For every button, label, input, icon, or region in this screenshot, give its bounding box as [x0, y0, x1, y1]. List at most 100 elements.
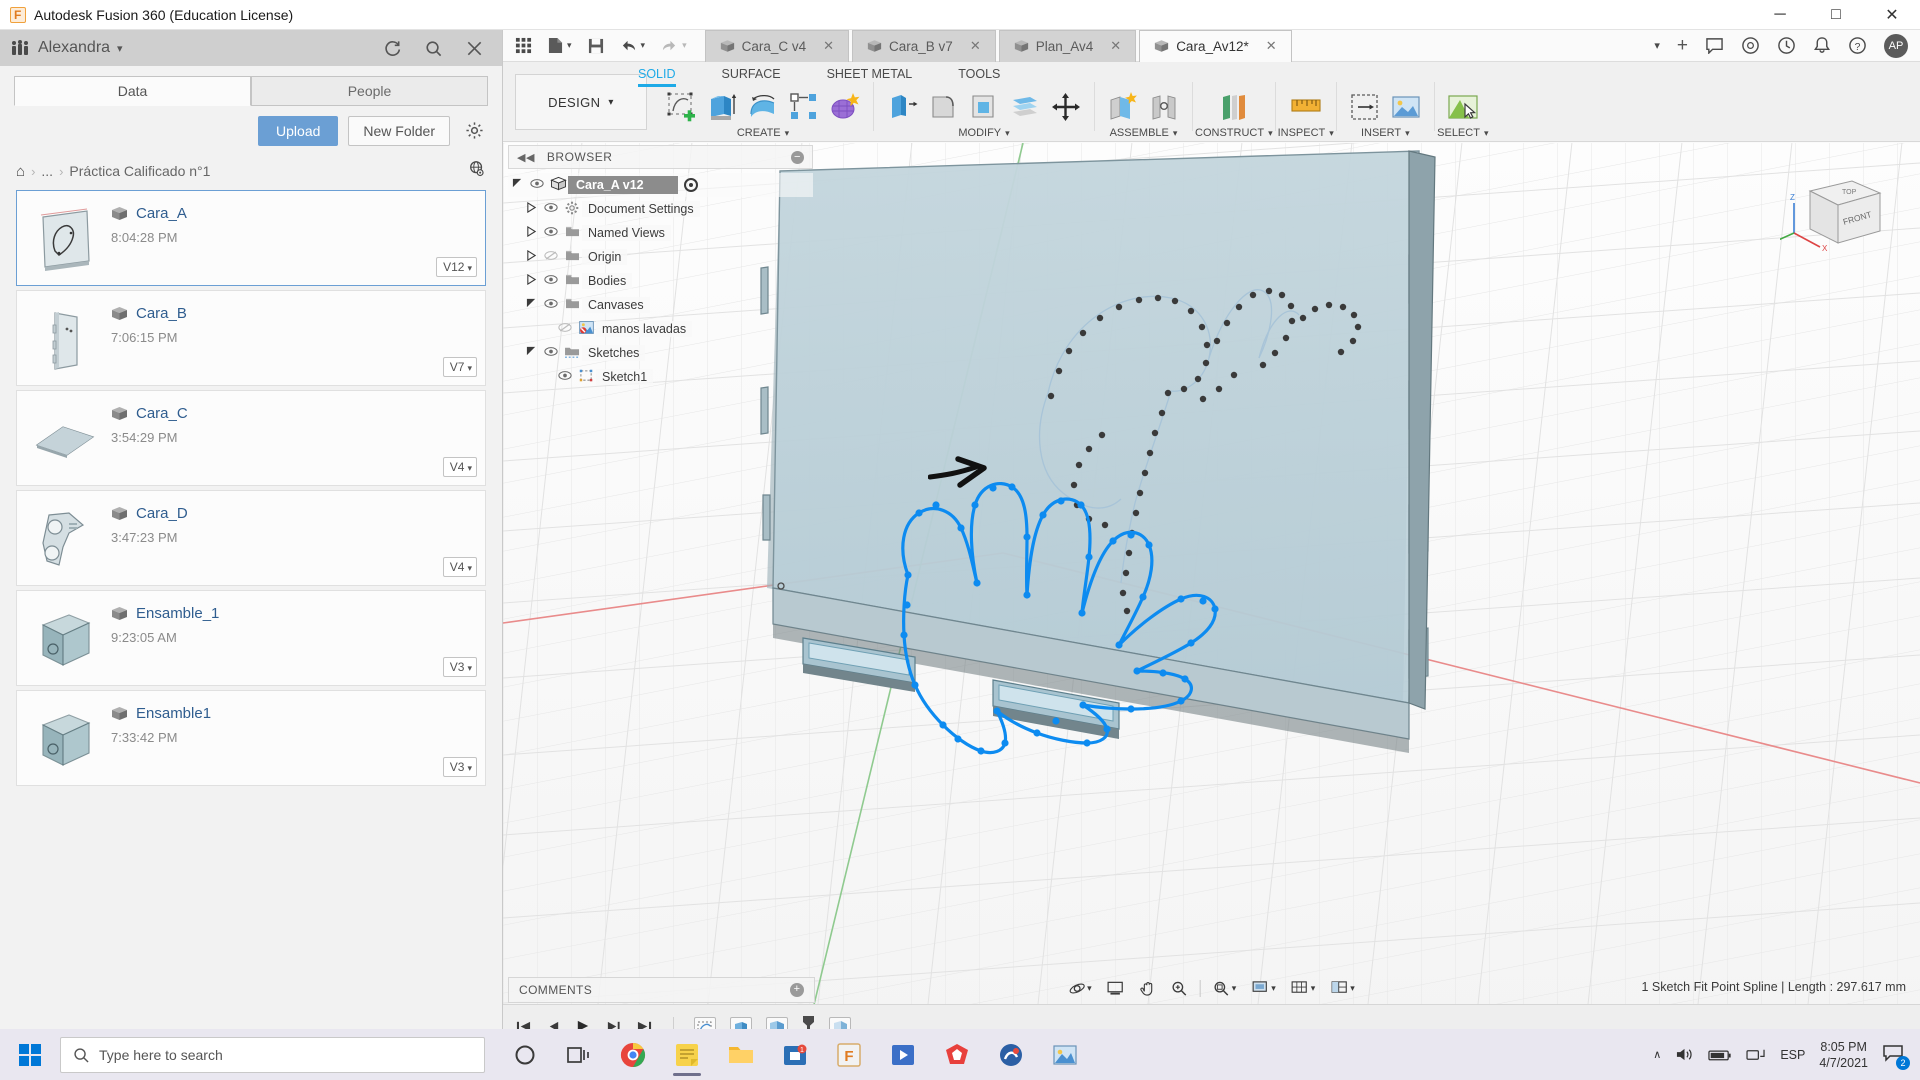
- extrude-tool[interactable]: [705, 90, 739, 124]
- user-name[interactable]: Alexandra: [38, 39, 110, 57]
- breadcrumb-current-folder[interactable]: Práctica Calificado n°1: [69, 163, 210, 179]
- close-icon[interactable]: ✕: [970, 38, 981, 54]
- breadcrumb-ellipsis[interactable]: ...: [41, 163, 53, 179]
- file-name-row[interactable]: Cara_A: [111, 205, 485, 222]
- visibility-eye-icon[interactable]: [540, 250, 562, 264]
- app-blue-icon[interactable]: [989, 1033, 1033, 1077]
- cortana-icon[interactable]: [503, 1033, 547, 1077]
- comments-panel[interactable]: COMMENTS +: [508, 977, 815, 1003]
- visibility-eye-icon[interactable]: [554, 322, 576, 336]
- combine-tool[interactable]: [1008, 90, 1042, 124]
- chrome-icon[interactable]: [611, 1033, 655, 1077]
- workspace-switcher[interactable]: DESIGN ▾: [515, 74, 647, 130]
- minimize-button[interactable]: ─: [1752, 0, 1808, 30]
- pattern-tool[interactable]: [787, 90, 821, 124]
- app-red-icon[interactable]: [935, 1033, 979, 1077]
- battery-icon[interactable]: [1708, 1048, 1732, 1062]
- shell-tool[interactable]: [967, 90, 1001, 124]
- visibility-eye-icon[interactable]: [540, 202, 562, 216]
- form-create-tool[interactable]: [828, 90, 862, 124]
- question-icon[interactable]: ?: [1848, 36, 1867, 55]
- collapse-arrow-icon[interactable]: [522, 298, 540, 312]
- photos-icon[interactable]: [1043, 1033, 1087, 1077]
- document-tab[interactable]: Plan_Av4 ✕: [998, 29, 1137, 62]
- new-folder-button[interactable]: New Folder: [348, 116, 450, 146]
- file-name-row[interactable]: Cara_D: [111, 505, 485, 522]
- pan-icon[interactable]: [1134, 976, 1161, 1000]
- comment-icon[interactable]: [1705, 37, 1724, 54]
- document-tab[interactable]: Cara_C v4 ✕: [704, 29, 850, 62]
- file-list-item[interactable]: Cara_C 3:54:29 PM V4 ▾: [16, 390, 486, 486]
- refresh-icon[interactable]: [383, 39, 402, 58]
- visibility-eye-icon[interactable]: [540, 346, 562, 360]
- globe-visibility-icon[interactable]: [468, 160, 486, 182]
- browser-tree-node[interactable]: Document Settings: [508, 197, 813, 221]
- store-icon[interactable]: 1: [773, 1033, 817, 1077]
- view-cube[interactable]: TOP FRONT Z X: [1780, 163, 1890, 258]
- bell-icon[interactable]: [1813, 36, 1831, 55]
- file-explorer-icon[interactable]: [719, 1033, 763, 1077]
- expand-arrow-icon[interactable]: [522, 225, 540, 240]
- close-icon[interactable]: ✕: [1266, 38, 1277, 54]
- activate-component-radio[interactable]: [683, 178, 698, 192]
- browser-tree-node[interactable]: Named Views: [508, 221, 813, 245]
- construct-plane-tool[interactable]: [1217, 90, 1251, 124]
- home-icon[interactable]: ⌂: [16, 163, 25, 180]
- collapse-arrow-icon[interactable]: [522, 346, 540, 360]
- expand-arrow-icon[interactable]: [522, 201, 540, 216]
- 3d-viewport[interactable]: ◀◀ BROWSER − Cara_A v12 Document Settings…: [503, 143, 1920, 1050]
- new-component-tool[interactable]: [1106, 90, 1140, 124]
- collapse-panel-icon[interactable]: ◀◀: [517, 151, 535, 164]
- visibility-eye-icon[interactable]: [540, 298, 562, 312]
- browser-minimize-icon[interactable]: −: [791, 150, 804, 164]
- tray-chevron-icon[interactable]: ∧: [1653, 1048, 1661, 1061]
- visibility-eye-icon[interactable]: [540, 274, 562, 288]
- zoom-icon[interactable]: [1166, 976, 1193, 1000]
- start-button[interactable]: [0, 1029, 60, 1080]
- maximize-button[interactable]: □: [1808, 0, 1864, 30]
- close-panel-icon[interactable]: [465, 39, 484, 58]
- file-version-badge[interactable]: V3 ▾: [442, 757, 477, 777]
- browser-tree-node[interactable]: Bodies: [508, 269, 813, 293]
- file-version-badge[interactable]: V4 ▾: [442, 557, 477, 577]
- chevron-down-icon[interactable]: ▾: [117, 42, 123, 55]
- file-name-row[interactable]: Ensamble1: [111, 705, 485, 722]
- chevron-down-icon[interactable]: ▾: [641, 40, 646, 51]
- new-tab-button[interactable]: +: [1677, 36, 1688, 55]
- revolve-tool[interactable]: [746, 90, 780, 124]
- browser-tree-root[interactable]: Cara_A v12: [508, 173, 813, 197]
- undo-icon[interactable]: [620, 38, 637, 53]
- search-icon[interactable]: [424, 39, 443, 58]
- chevron-down-icon[interactable]: ▾: [682, 40, 687, 51]
- browser-tree-node[interactable]: Canvases: [508, 293, 813, 317]
- task-view-icon[interactable]: [557, 1033, 601, 1077]
- visibility-eye-icon[interactable]: [540, 226, 562, 240]
- visibility-eye-icon[interactable]: [526, 178, 548, 192]
- file-name-row[interactable]: Ensamble_1: [111, 605, 485, 622]
- close-icon[interactable]: ✕: [823, 38, 834, 54]
- avatar[interactable]: AP: [1884, 33, 1908, 58]
- taskbar-clock[interactable]: 8:05 PM 4/7/2021: [1819, 1039, 1868, 1071]
- tab-people[interactable]: People: [251, 76, 488, 106]
- visibility-eye-icon[interactable]: [554, 370, 576, 384]
- orbit-icon[interactable]: ▾: [1063, 976, 1097, 1000]
- close-icon[interactable]: ✕: [1110, 38, 1121, 54]
- document-tab[interactable]: Cara_B v7 ✕: [852, 29, 996, 62]
- clock-icon[interactable]: [1777, 36, 1796, 55]
- viewports-icon[interactable]: ▾: [1325, 976, 1360, 1000]
- tab-data[interactable]: Data: [14, 76, 251, 106]
- view-style-icon[interactable]: ▾: [1246, 976, 1281, 1000]
- expand-arrow-icon[interactable]: [522, 249, 540, 264]
- add-comment-icon[interactable]: +: [790, 983, 804, 997]
- file-list-item[interactable]: Cara_D 3:47:23 PM V4 ▾: [16, 490, 486, 586]
- notification-center-icon[interactable]: 2: [1882, 1043, 1910, 1070]
- insert-derive-tool[interactable]: [1348, 90, 1382, 124]
- document-tab[interactable]: Cara_Av12* ✕: [1139, 29, 1292, 62]
- fillet-tool[interactable]: [926, 90, 960, 124]
- file-name-row[interactable]: Cara_C: [111, 405, 485, 422]
- file-version-badge[interactable]: V7 ▾: [442, 357, 477, 377]
- file-version-badge[interactable]: V3 ▾: [442, 657, 477, 677]
- network-icon[interactable]: [1746, 1046, 1766, 1063]
- file-version-badge[interactable]: V12 ▾: [436, 257, 477, 277]
- fit-icon[interactable]: ▾: [1208, 976, 1242, 1000]
